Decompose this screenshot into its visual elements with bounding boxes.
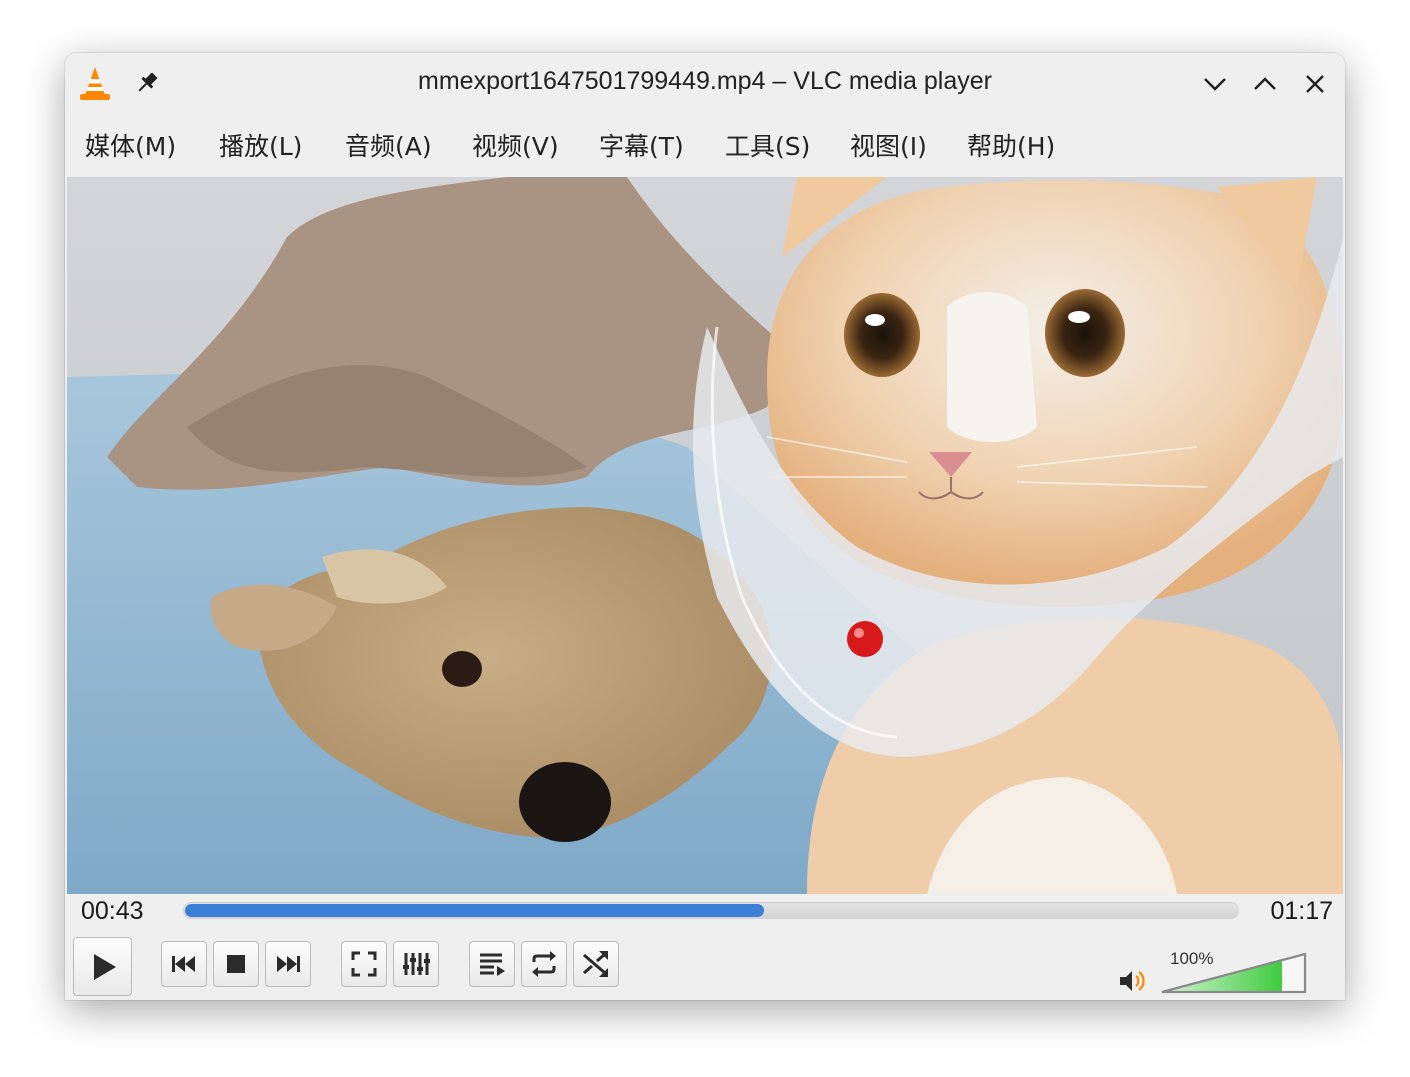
- window-title: mmexport1647501799449.mp4 – VLC media pl…: [418, 67, 992, 95]
- menu-subtitle[interactable]: 字幕(T): [599, 127, 684, 163]
- minimize-button[interactable]: [1200, 69, 1230, 99]
- chevron-down-icon: [1204, 78, 1226, 91]
- pin-icon[interactable]: [133, 69, 161, 97]
- shuffle-icon: [583, 951, 608, 977]
- menu-view[interactable]: 视图(I): [850, 127, 927, 163]
- extended-settings-icon: [403, 953, 430, 975]
- extended-settings-button[interactable]: [393, 941, 439, 987]
- title-bar[interactable]: mmexport1647501799449.mp4 – VLC media pl…: [65, 53, 1345, 115]
- seek-progress-fill: [185, 904, 764, 917]
- previous-icon: [172, 956, 195, 972]
- vlc-logo-icon: [80, 67, 110, 100]
- maximize-button[interactable]: [1250, 69, 1280, 99]
- video-display[interactable]: [67, 177, 1343, 894]
- elapsed-time: 00:43: [81, 897, 144, 925]
- play-button[interactable]: [73, 937, 132, 996]
- close-icon: [1306, 75, 1324, 93]
- menu-bar: 媒体(M) 播放(L) 音频(A) 视频(V) 字幕(T) 工具(S) 视图(I…: [65, 115, 1345, 177]
- playlist-button[interactable]: [469, 941, 515, 987]
- previous-button[interactable]: [161, 941, 207, 987]
- video-frame: [67, 177, 1343, 894]
- shuffle-button[interactable]: [573, 941, 619, 987]
- volume-slider[interactable]: [1159, 949, 1309, 995]
- next-button[interactable]: [265, 941, 311, 987]
- close-button[interactable]: [1300, 69, 1330, 99]
- menu-audio[interactable]: 音频(A): [345, 127, 432, 163]
- speaker-icon[interactable]: [1117, 965, 1149, 997]
- fullscreen-icon: [351, 951, 377, 977]
- stop-icon: [227, 955, 245, 973]
- menu-playback[interactable]: 播放(L): [219, 127, 302, 163]
- stop-button[interactable]: [213, 941, 259, 987]
- menu-video[interactable]: 视频(V): [472, 127, 559, 163]
- loop-button[interactable]: [521, 941, 567, 987]
- play-icon: [93, 953, 116, 980]
- total-time[interactable]: 01:17: [1270, 897, 1333, 926]
- menu-tools[interactable]: 工具(S): [725, 127, 810, 163]
- fullscreen-button[interactable]: [341, 941, 387, 987]
- seek-slider[interactable]: [183, 902, 1239, 919]
- next-icon: [277, 956, 300, 972]
- playlist-icon: [480, 953, 505, 976]
- chevron-up-icon: [1254, 77, 1276, 90]
- loop-icon: [532, 951, 556, 977]
- vlc-window: mmexport1647501799449.mp4 – VLC media pl…: [65, 53, 1345, 1000]
- menu-help[interactable]: 帮助(H): [967, 127, 1055, 163]
- menu-media[interactable]: 媒体(M): [85, 127, 176, 163]
